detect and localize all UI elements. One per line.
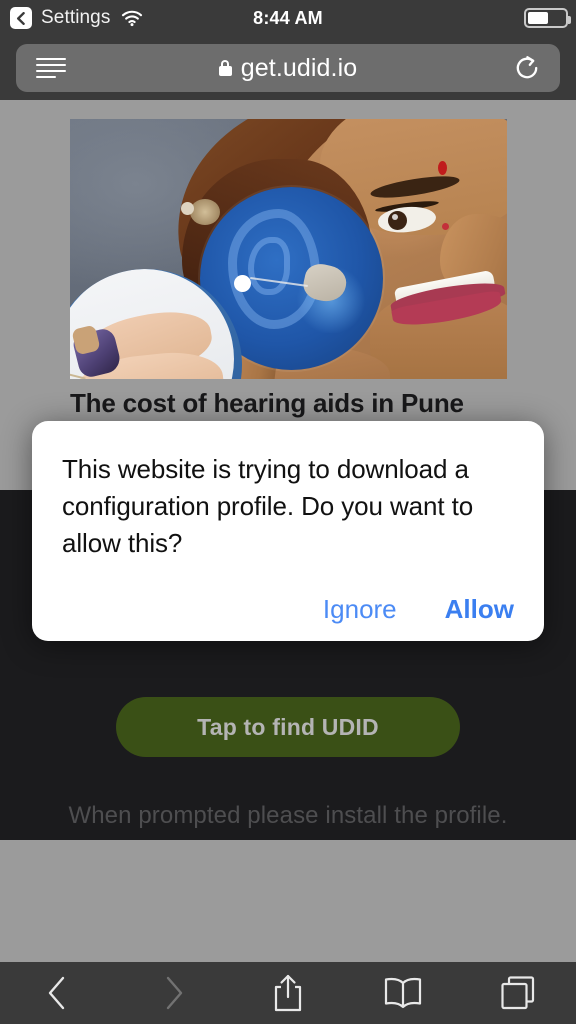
download-profile-dialog: This website is trying to download a con… xyxy=(32,421,544,641)
battery-icon xyxy=(524,8,571,28)
reader-mode-icon[interactable] xyxy=(36,58,66,78)
nav-forward-button[interactable] xyxy=(115,962,230,1024)
ad-image[interactable] xyxy=(70,119,507,379)
lock-icon xyxy=(218,60,232,76)
ad-title[interactable]: The cost of hearing aids in Pune xyxy=(70,388,530,419)
tabs-icon xyxy=(501,976,535,1010)
address-bar-center: get.udid.io xyxy=(218,53,358,83)
reload-icon[interactable] xyxy=(514,55,540,81)
allow-button[interactable]: Allow xyxy=(445,594,514,625)
tap-to-find-udid-button[interactable]: Tap to find UDID xyxy=(116,697,460,757)
browser-bottom-toolbar xyxy=(0,962,576,1024)
page-bottom-section xyxy=(0,840,576,962)
status-bar-right xyxy=(524,0,571,36)
dialog-actions: Ignore Allow xyxy=(323,594,514,625)
url-text: get.udid.io xyxy=(240,53,358,82)
status-bar-clock: 8:44 AM xyxy=(253,7,323,28)
tabs-button[interactable] xyxy=(461,962,576,1024)
bookmarks-button[interactable] xyxy=(346,962,461,1024)
book-icon xyxy=(385,977,422,1009)
install-profile-hint: When prompted please install the profile… xyxy=(68,802,508,829)
dialog-message: This website is trying to download a con… xyxy=(62,454,474,558)
browser-top-bar: get.udid.io xyxy=(0,36,576,100)
share-button[interactable] xyxy=(230,962,345,1024)
status-bar: Settings 8:44 AM xyxy=(0,0,576,36)
address-bar[interactable]: get.udid.io xyxy=(16,44,560,92)
chevron-left-icon xyxy=(48,976,64,1010)
nav-back-button[interactable] xyxy=(0,962,115,1024)
phone-screen: Settings 8:44 AM get.udid.io The cost of… xyxy=(0,0,576,1024)
share-icon xyxy=(274,974,302,1012)
ignore-button[interactable]: Ignore xyxy=(323,594,397,625)
chevron-right-icon xyxy=(166,976,182,1010)
